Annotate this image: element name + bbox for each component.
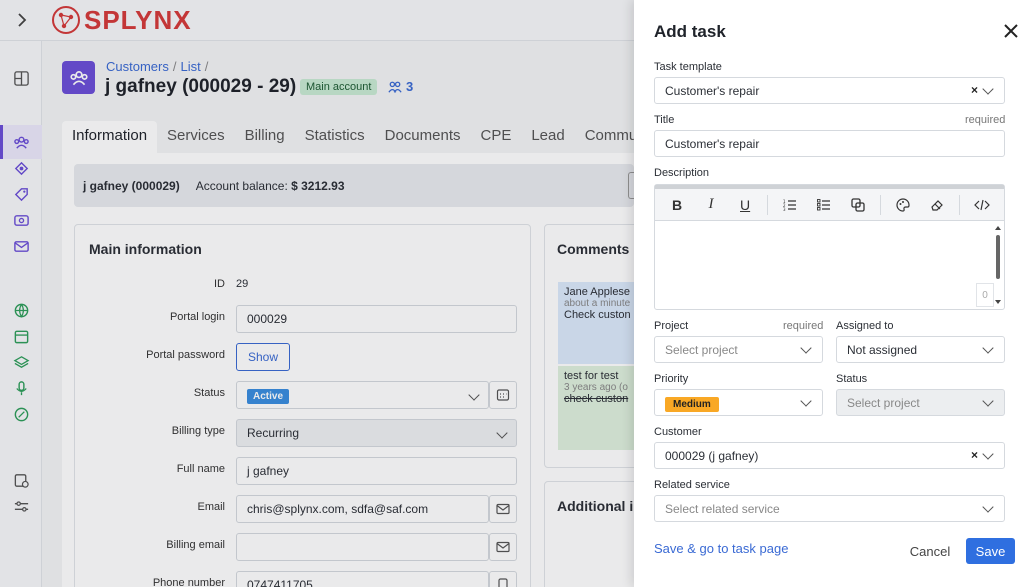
project-required-hint: required [783, 320, 824, 332]
toolbar-divider [880, 194, 882, 215]
color-palette-icon[interactable] [891, 192, 915, 218]
character-counter: 0 [976, 283, 994, 307]
code-view-icon[interactable] [970, 192, 994, 218]
status-placeholder: Select project [847, 396, 920, 410]
editor-toolbar: B I U 123 [655, 185, 1004, 221]
eraser-icon[interactable] [925, 192, 949, 218]
toolbar-divider [959, 194, 961, 215]
save-button[interactable]: Save [966, 538, 1015, 564]
modal-backdrop[interactable] [0, 0, 634, 587]
status-label: Status [836, 373, 868, 385]
project-label: Project [654, 320, 689, 332]
chevron-down-icon [982, 342, 994, 354]
description-editor: B I U 123 0 [654, 184, 1005, 310]
customer-value: 000029 (j gafney) [665, 449, 759, 463]
toolbar-divider [767, 194, 769, 215]
copy-format-icon[interactable] [846, 192, 870, 218]
chevron-down-icon [982, 395, 994, 407]
project-placeholder: Select project [665, 343, 738, 357]
bold-icon[interactable]: B [665, 192, 689, 218]
title-label: Title [654, 114, 675, 126]
project-select[interactable]: Select project [654, 336, 823, 363]
chevron-down-icon [982, 448, 994, 460]
task-template-label: Task template [654, 61, 722, 73]
underline-icon[interactable]: U [733, 192, 757, 218]
scroll-thumb[interactable] [996, 235, 1000, 279]
priority-pill: Medium [665, 397, 719, 412]
description-label: Description [654, 167, 710, 179]
assigned-to-label: Assigned to [836, 320, 894, 332]
chevron-down-icon [982, 501, 994, 513]
save-and-go-link[interactable]: Save & go to task page [654, 541, 788, 556]
ordered-list-icon[interactable]: 123 [778, 192, 802, 218]
priority-label: Priority [654, 373, 689, 385]
status-select[interactable]: Select project [836, 389, 1005, 416]
related-service-label: Related service [654, 479, 730, 491]
chevron-down-icon [800, 342, 812, 354]
chevron-down-icon [800, 395, 812, 407]
bullet-list-icon[interactable] [812, 192, 836, 218]
cancel-button[interactable]: Cancel [902, 538, 958, 564]
clear-icon[interactable]: × [971, 83, 978, 97]
customer-select[interactable]: 000029 (j gafney) × [654, 442, 1005, 469]
related-service-placeholder: Select related service [665, 502, 780, 516]
task-template-select[interactable]: Customer's repair × [654, 77, 1005, 104]
svg-text:3: 3 [783, 207, 786, 212]
italic-icon[interactable]: I [699, 192, 723, 218]
customer-label: Customer [654, 426, 702, 438]
title-required-hint: required [965, 114, 1006, 126]
task-template-value: Customer's repair [665, 84, 760, 98]
chevron-down-icon [982, 83, 994, 95]
priority-select[interactable]: Medium [654, 389, 823, 416]
assigned-to-select[interactable]: Not assigned [836, 336, 1005, 363]
related-service-select[interactable]: Select related service [654, 495, 1005, 522]
title-input[interactable]: Customer's repair [654, 130, 1005, 157]
add-task-panel: Add task Task template Customer's repair… [634, 0, 1024, 587]
close-icon[interactable] [1002, 22, 1020, 40]
editor-scrollbar[interactable] [994, 225, 1002, 305]
assigned-to-value: Not assigned [847, 343, 918, 357]
panel-title: Add task [654, 22, 726, 41]
clear-icon[interactable]: × [971, 448, 978, 462]
